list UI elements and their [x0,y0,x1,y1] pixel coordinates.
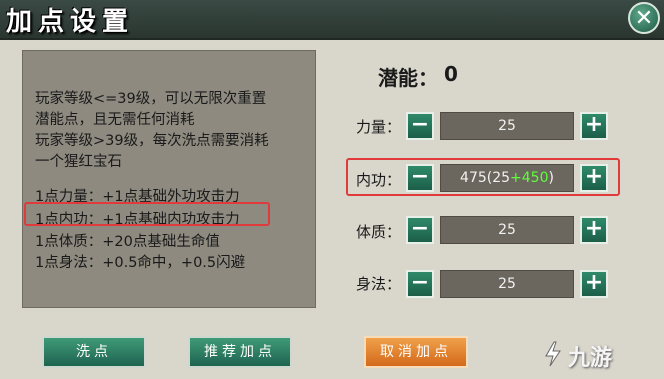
info-panel: 玩家等级<=39级，可以无限次重置 潜能点，且无需任何消耗 玩家等级>39级，每… [22,50,316,308]
strength-value: 25 [440,112,574,140]
recommend-points-button[interactable]: 推荐加点 [188,336,292,368]
constitution-plus-button[interactable]: + [580,216,608,244]
stat-label-agility: 身法： [356,275,402,293]
stat-label-strength: 力量： [356,118,402,136]
reset-points-button[interactable]: 洗点 [42,336,146,368]
add-points-dialog: 加点设置 ✕ 玩家等级<=39级，可以无限次重置 潜能点，且无需任何消耗 玩家等… [0,0,664,379]
jiuyou-logo-icon [545,341,561,367]
dialog-title: 加点设置 [6,7,135,37]
info-line: 1点身法：+0.5命中，+0.5闪避 [35,255,246,271]
info-line: 一个猩红宝石 [35,154,122,170]
close-icon[interactable]: ✕ [628,2,660,34]
agility-plus-button[interactable]: + [580,270,608,298]
highlight-box [24,202,270,226]
info-line: 玩家等级>39级，每次洗点需要消耗 [35,133,269,149]
strength-minus-button[interactable]: − [406,112,434,140]
highlight-box [346,158,620,196]
strength-plus-button[interactable]: + [580,112,608,140]
title-bar: 加点设置 ✕ [0,0,664,40]
info-line: 玩家等级<=39级，可以无限次重置 [35,91,267,107]
constitution-value: 25 [440,216,574,244]
agility-value: 25 [440,270,574,298]
watermark-logo: 九游 [568,346,613,371]
agility-minus-button[interactable]: − [406,270,434,298]
cancel-points-button[interactable]: 取消加点 [364,336,468,368]
potential-label: 潜能： [378,66,438,90]
info-line: 潜能点，且无需任何消耗 [35,112,195,128]
stat-label-constitution: 体质： [356,223,402,241]
constitution-minus-button[interactable]: − [406,216,434,244]
potential-value: 0 [444,62,458,86]
info-line: 1点体质：+20点基础生命值 [35,234,220,250]
